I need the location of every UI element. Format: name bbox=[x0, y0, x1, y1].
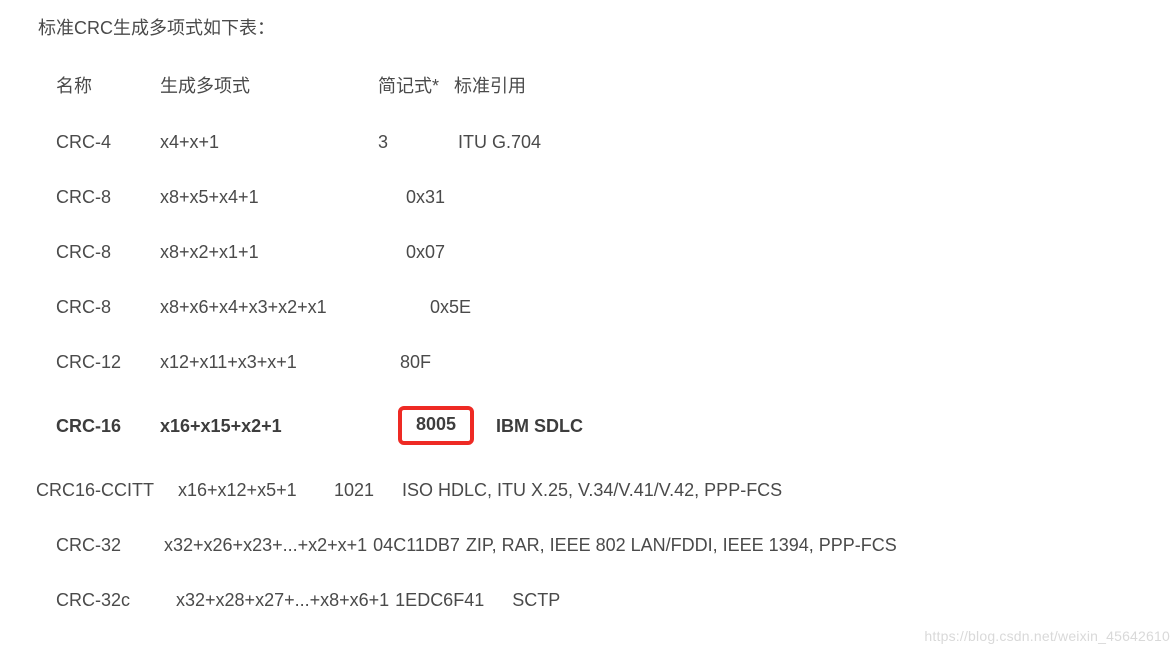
watermark-text: https://blog.csdn.net/weixin_45642610 bbox=[924, 628, 1170, 644]
cell-ref: ZIP, RAR, IEEE 802 LAN/FDDI, IEEE 1394, … bbox=[466, 535, 897, 556]
cell-ref: SCTP bbox=[512, 590, 560, 611]
cell-poly: x16+x12+x5+1 bbox=[178, 480, 334, 501]
header-reference: 标准引用 bbox=[454, 72, 526, 98]
cell-short: 3 bbox=[378, 132, 448, 153]
table-header-row: 名称 生成多项式 简记式* 标准引用 bbox=[38, 72, 1170, 98]
table-row: CRC-8 x8+x2+x1+1 0x07 bbox=[38, 242, 1170, 263]
cell-name: CRC-32c bbox=[38, 590, 176, 611]
cell-name: CRC-32 bbox=[38, 535, 164, 556]
cell-ref: ITU G.704 bbox=[448, 132, 541, 153]
cell-poly: x8+x6+x4+x3+x2+x1 bbox=[160, 297, 430, 318]
table-row: CRC-8 x8+x5+x4+1 0x31 bbox=[38, 187, 1170, 208]
cell-poly: x16+x15+x2+1 bbox=[160, 416, 414, 437]
header-name: 名称 bbox=[38, 72, 160, 98]
table-row: CRC-32c x32+x28+x27+...+x8+x6+1 1EDC6F41… bbox=[38, 590, 1170, 611]
cell-ref: IBM SDLC bbox=[482, 416, 583, 437]
cell-ref: ISO HDLC, ITU X.25, V.34/V.41/V.42, PPP-… bbox=[402, 480, 782, 501]
cell-short: 80F bbox=[400, 352, 431, 373]
cell-name: CRC-8 bbox=[38, 297, 160, 318]
table-row: CRC-8 x8+x6+x4+x3+x2+x1 0x5E bbox=[38, 297, 1170, 318]
cell-poly: x12+x11+x3+x+1 bbox=[160, 352, 400, 373]
cell-short: 0x31 bbox=[406, 187, 445, 208]
title-text: 标准CRC生成多项式如下表： bbox=[38, 14, 1170, 40]
table-row: CRC-12 x12+x11+x3+x+1 80F bbox=[38, 352, 1170, 373]
table-row: CRC16-CCITT x16+x12+x5+1 1021 ISO HDLC, … bbox=[38, 480, 1170, 501]
table-row: CRC-32 x32+x26+x23+...+x2+x+1 04C11DB7 Z… bbox=[38, 535, 1170, 556]
cell-poly: x8+x5+x4+1 bbox=[160, 187, 406, 208]
cell-short: 0x07 bbox=[406, 242, 445, 263]
cell-name: CRC-8 bbox=[38, 242, 160, 263]
cell-name: CRC-4 bbox=[38, 132, 160, 153]
cell-short: 04C11DB7 bbox=[373, 535, 460, 556]
cell-name: CRC-12 bbox=[38, 352, 160, 373]
cell-short: 1021 bbox=[334, 480, 402, 501]
cell-poly: x8+x2+x1+1 bbox=[160, 242, 406, 263]
cell-name: CRC16-CCITT bbox=[36, 480, 178, 501]
header-shorthand: 简记式* bbox=[378, 72, 454, 98]
cell-poly: x4+x+1 bbox=[160, 132, 378, 153]
table-row: CRC-4 x4+x+1 3 ITU G.704 bbox=[38, 132, 1170, 153]
cell-short: 8005 bbox=[416, 414, 456, 435]
cell-short: 1EDC6F41 bbox=[395, 590, 484, 611]
cell-short: 0x5E bbox=[430, 297, 471, 318]
cell-poly: x32+x26+x23+...+x2+x+1 bbox=[164, 535, 367, 556]
cell-name: CRC-8 bbox=[38, 187, 160, 208]
highlight-shorthand-box: 8005 bbox=[398, 406, 474, 445]
cell-name: CRC-16 bbox=[38, 416, 160, 437]
table-row-highlight: CRC-16 x16+x15+x2+1 8005 IBM SDLC bbox=[38, 407, 1170, 446]
header-polynomial: 生成多项式 bbox=[160, 72, 378, 98]
cell-poly: x32+x28+x27+...+x8+x6+1 bbox=[176, 590, 389, 611]
